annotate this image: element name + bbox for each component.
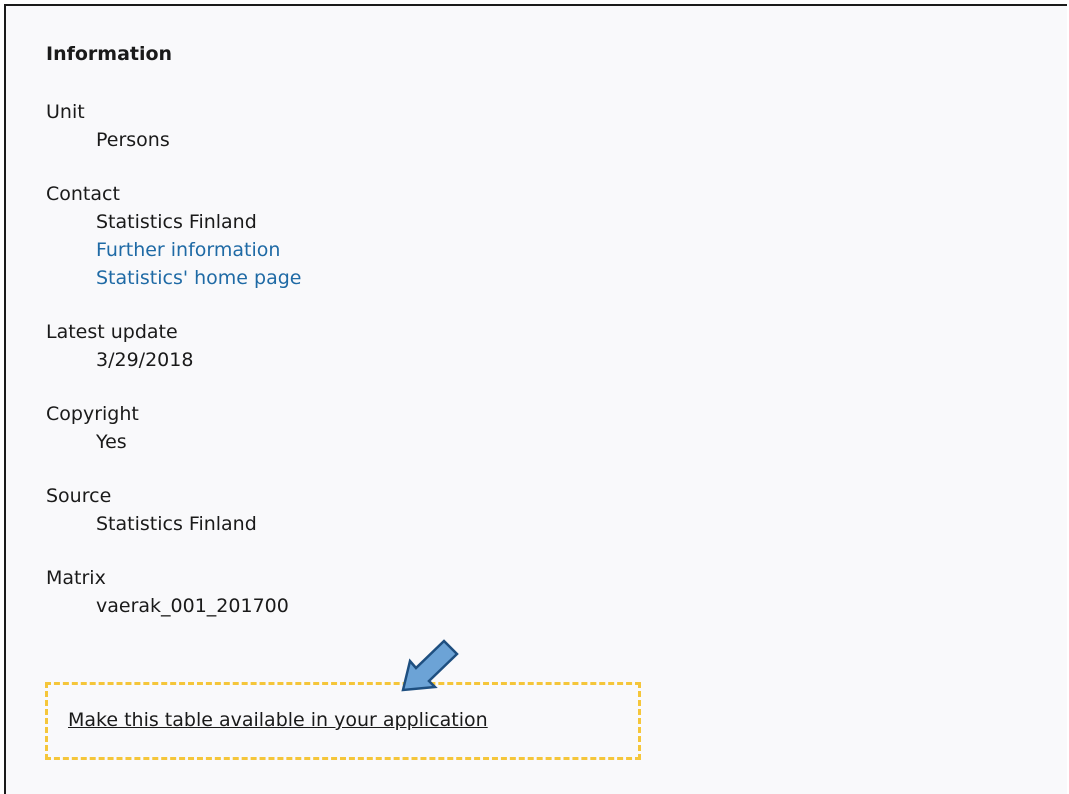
information-panel: Information Unit Persons Contact Statist… (46, 42, 301, 646)
info-value-matrix: vaerak_001_201700 (96, 595, 289, 617)
arrow-down-left-icon (401, 639, 459, 692)
info-value-unit: Persons (96, 129, 170, 151)
info-group-matrix: Matrix vaerak_001_201700 (46, 564, 301, 620)
info-group-source: Source Statistics Finland (46, 482, 301, 538)
info-label-latest-update: Latest update (46, 321, 178, 343)
info-group-unit: Unit Persons (46, 98, 301, 154)
info-label-matrix: Matrix (46, 567, 106, 589)
info-value-source: Statistics Finland (96, 513, 257, 535)
make-table-available-link[interactable]: Make this table available in your applic… (68, 705, 488, 735)
info-label-unit: Unit (46, 101, 85, 123)
information-heading: Information (46, 43, 173, 65)
content-frame: Information Unit Persons Contact Statist… (4, 4, 1067, 794)
information-list: Unit Persons Contact Statistics Finland … (46, 98, 301, 620)
info-value-contact: Statistics Finland (96, 211, 257, 233)
info-label-source: Source (46, 485, 112, 507)
further-information-link[interactable]: Further information (96, 239, 280, 261)
info-label-contact: Contact (46, 183, 120, 205)
info-label-copyright: Copyright (46, 403, 139, 425)
info-group-copyright: Copyright Yes (46, 400, 301, 456)
statistics-home-page-link[interactable]: Statistics' home page (96, 267, 301, 289)
info-group-contact: Contact Statistics Finland Further infor… (46, 180, 301, 292)
info-value-latest-update: 3/29/2018 (96, 349, 194, 371)
info-group-latest-update: Latest update 3/29/2018 (46, 318, 301, 374)
info-value-copyright: Yes (96, 431, 127, 453)
api-highlight-box: Make this table available in your applic… (45, 682, 641, 760)
